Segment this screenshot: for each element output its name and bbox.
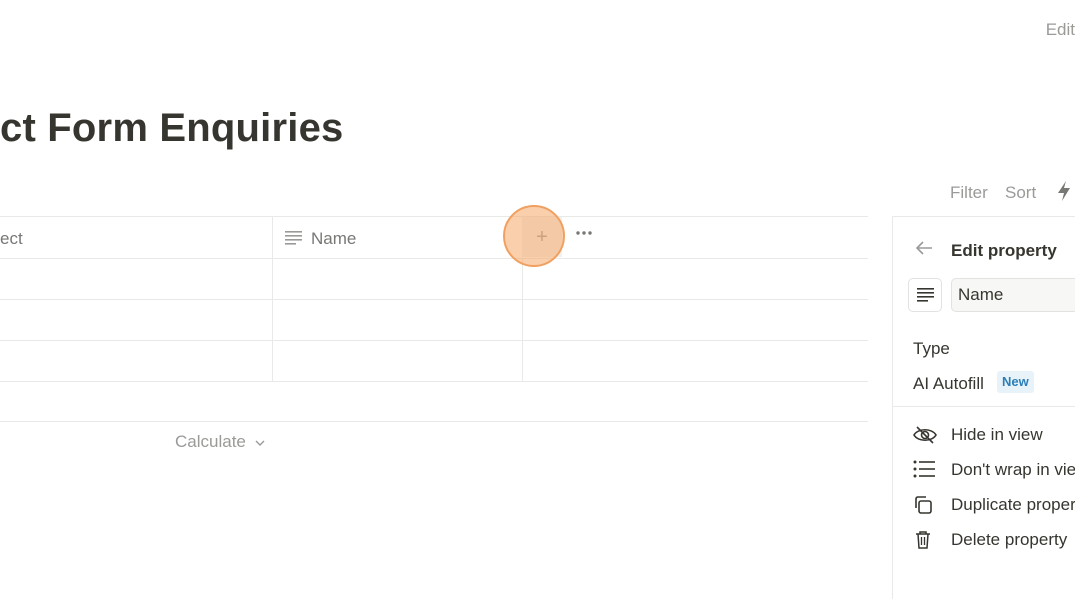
table-border bbox=[0, 216, 868, 217]
calculate-dropdown[interactable]: Calculate bbox=[175, 432, 265, 452]
menu-item-label: Hide in view bbox=[951, 425, 1043, 444]
menu-item-label: Duplicate property bbox=[951, 495, 1075, 514]
text-lines-icon bbox=[917, 288, 934, 302]
panel-title: Edit property bbox=[951, 241, 1057, 260]
type-value[interactable]: AI Autofill bbox=[913, 374, 984, 394]
duplicate-icon bbox=[915, 496, 932, 514]
sort-button[interactable]: Sort bbox=[1005, 183, 1036, 203]
property-name-input[interactable] bbox=[951, 278, 1075, 312]
dont-wrap-item[interactable]: Don't wrap in view bbox=[913, 455, 1075, 485]
row-divider bbox=[0, 381, 868, 382]
duplicate-property-item[interactable]: Duplicate property bbox=[913, 490, 1075, 520]
page-title: ct Form Enquiries bbox=[0, 106, 344, 150]
delete-property-item[interactable]: Delete property bbox=[913, 525, 1075, 555]
menu-item-label: Delete property bbox=[951, 530, 1068, 549]
list-icon bbox=[913, 460, 935, 478]
column-header-project[interactable]: ect bbox=[0, 229, 23, 249]
calculate-label: Calculate bbox=[175, 432, 246, 451]
bolt-icon[interactable] bbox=[1056, 180, 1072, 202]
type-label: Type bbox=[913, 339, 950, 358]
chevron-down-icon bbox=[255, 440, 265, 446]
click-highlight bbox=[503, 205, 565, 267]
hide-in-view-item[interactable]: Hide in view bbox=[913, 420, 1075, 450]
edit-link[interactable]: Edit bbox=[1046, 20, 1075, 40]
database-table: ect Name + bbox=[0, 216, 868, 422]
table-row[interactable] bbox=[0, 341, 868, 381]
property-icon-button[interactable] bbox=[908, 278, 942, 312]
edit-property-panel: Edit property Type AI Autofill New Hide … bbox=[892, 216, 1075, 599]
table-footer-border bbox=[0, 421, 868, 422]
eye-slash-icon bbox=[913, 426, 937, 444]
table-row[interactable] bbox=[0, 300, 868, 340]
ellipsis-icon[interactable] bbox=[576, 230, 592, 236]
menu-item-label: Don't wrap in view bbox=[951, 460, 1075, 479]
back-arrow-icon[interactable] bbox=[915, 239, 933, 257]
new-badge: New bbox=[997, 371, 1034, 393]
column-header-name[interactable]: Name bbox=[311, 229, 356, 249]
filter-button[interactable]: Filter bbox=[950, 183, 988, 203]
panel-divider bbox=[893, 406, 1075, 407]
trash-icon bbox=[916, 531, 930, 549]
text-lines-icon bbox=[285, 231, 302, 245]
table-row[interactable] bbox=[0, 259, 868, 299]
